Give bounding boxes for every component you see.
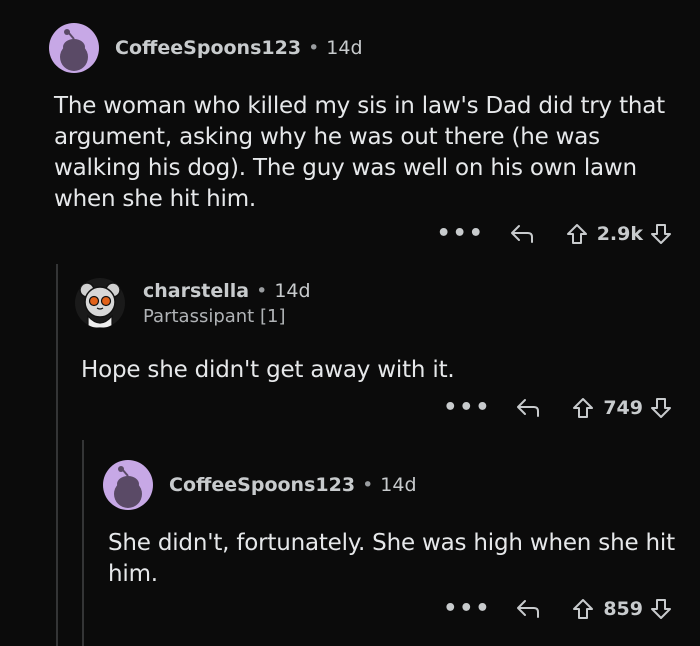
username[interactable]: CoffeeSpoons123 <box>169 474 355 496</box>
separator-dot: • <box>362 474 374 496</box>
downvote-icon[interactable] <box>649 396 673 420</box>
upvote-icon[interactable] <box>571 396 595 420</box>
separator-dot: • <box>256 279 268 302</box>
thread-line-level-1[interactable] <box>56 264 58 646</box>
snoo-avatar-icon <box>60 29 88 71</box>
reply-icon[interactable] <box>515 598 541 620</box>
comment-age: 14d <box>274 279 311 302</box>
more-options-icon[interactable]: ••• <box>437 223 483 245</box>
more-options-icon[interactable]: ••• <box>443 397 489 419</box>
user-flair: Partassipant [1] <box>143 305 286 327</box>
comment-body: She didn't, fortunately. She was high wh… <box>108 530 675 587</box>
username[interactable]: CoffeeSpoons123 <box>115 37 301 59</box>
comment-actions: ••• 2.9k <box>437 222 673 246</box>
upvote-icon[interactable] <box>565 222 589 246</box>
comment-actions: ••• 749 <box>443 396 673 420</box>
username[interactable]: charstella <box>143 280 249 302</box>
comment-header: CoffeeSpoons123 • 14d <box>49 23 363 73</box>
comment-actions: ••• 859 <box>443 597 673 621</box>
downvote-icon[interactable] <box>649 222 673 246</box>
custom-avatar-icon <box>79 282 121 328</box>
vote-score: 749 <box>603 397 643 419</box>
comment-age: 14d <box>326 37 363 59</box>
vote-score: 2.9k <box>596 223 643 245</box>
comment-header: CoffeeSpoons123 • 14d <box>103 460 417 510</box>
comment-age: 14d <box>380 474 417 496</box>
reply-icon[interactable] <box>509 223 535 245</box>
thread-line-level-2[interactable] <box>82 440 84 646</box>
more-options-icon[interactable]: ••• <box>443 598 489 620</box>
comment-body: The woman who killed my sis in law's Dad… <box>54 93 665 212</box>
avatar[interactable] <box>103 460 153 510</box>
separator-dot: • <box>308 37 320 59</box>
snoo-avatar-icon <box>114 466 142 508</box>
avatar[interactable] <box>49 23 99 73</box>
avatar[interactable] <box>75 278 125 328</box>
comment-header: charstella • 14d Partassipant [1] <box>75 278 311 328</box>
reply-icon[interactable] <box>515 397 541 419</box>
comment-body: Hope she didn't get away with it. <box>81 357 455 383</box>
vote-score: 859 <box>603 598 643 620</box>
upvote-icon[interactable] <box>571 597 595 621</box>
downvote-icon[interactable] <box>649 597 673 621</box>
